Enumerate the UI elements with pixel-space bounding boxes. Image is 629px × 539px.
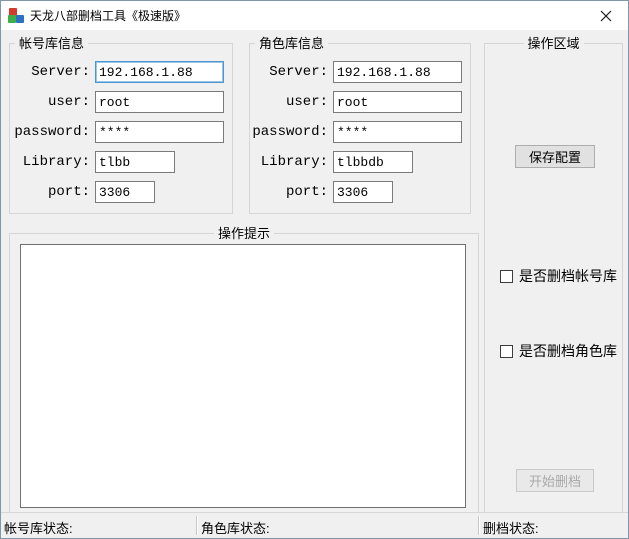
- role-password-row: password:: [250, 121, 470, 143]
- account-password-row: password:: [10, 121, 232, 143]
- role-password-label: password:: [250, 124, 328, 140]
- close-icon: [600, 10, 612, 22]
- role-password-input[interactable]: [333, 121, 462, 143]
- delete-account-db-checkbox[interactable]: [500, 270, 513, 283]
- account-password-input[interactable]: [95, 121, 224, 143]
- operation-hint-group: 操作提示: [9, 233, 479, 513]
- account-library-input[interactable]: [95, 151, 175, 173]
- role-library-label: Library:: [250, 154, 328, 170]
- delete-role-db-checkbox[interactable]: [500, 345, 513, 358]
- role-server-label: Server:: [250, 64, 328, 80]
- status-bar: 帐号库状态: 角色库状态: 删档状态:: [1, 512, 628, 538]
- role-server-row: Server:: [250, 61, 470, 83]
- delete-account-db-checkbox-label: 是否删档帐号库: [519, 266, 617, 286]
- role-user-input[interactable]: [333, 91, 462, 113]
- statusbar-separator-1: [196, 516, 198, 535]
- role-db-group-title: 角色库信息: [255, 35, 328, 52]
- icon-blue-cube: [16, 15, 24, 23]
- account-db-group-title: 帐号库信息: [15, 35, 88, 52]
- operations-group: 操作区域 保存配置 是否删档帐号库 是否删档角色库 开始删档: [484, 43, 623, 513]
- icon-green-cube: [8, 15, 16, 23]
- account-port-input[interactable]: [95, 181, 155, 203]
- operation-hint-group-title: 操作提示: [214, 225, 274, 242]
- delete-account-db-checkbox-row[interactable]: 是否删档帐号库: [500, 268, 617, 284]
- title-bar: 天龙八部删档工具《极速版》: [1, 1, 628, 30]
- role-port-label: port:: [250, 184, 328, 200]
- role-library-row: Library:: [250, 151, 470, 173]
- delete-status: 删档状态:: [483, 518, 539, 537]
- account-port-label: port:: [10, 184, 90, 200]
- app-window: 天龙八部删档工具《极速版》 帐号库信息 Server: user: passwo…: [0, 0, 629, 539]
- delete-role-db-checkbox-label: 是否删档角色库: [519, 341, 617, 361]
- role-server-input[interactable]: [333, 61, 462, 83]
- account-user-row: user:: [10, 91, 232, 113]
- delete-role-db-checkbox-row[interactable]: 是否删档角色库: [500, 343, 617, 359]
- start-delete-button: 开始删档: [516, 469, 594, 492]
- statusbar-separator-2: [478, 516, 480, 535]
- account-db-group: 帐号库信息 Server: user: password: Library: p…: [9, 43, 233, 214]
- account-server-row: Server:: [10, 61, 232, 83]
- account-library-row: Library:: [10, 151, 232, 173]
- account-port-row: port:: [10, 181, 232, 203]
- save-config-button[interactable]: 保存配置: [515, 145, 595, 168]
- account-password-label: password:: [10, 124, 90, 140]
- operation-hint-log[interactable]: [20, 244, 466, 508]
- account-user-label: user:: [10, 94, 90, 110]
- operations-group-title: 操作区域: [523, 35, 583, 52]
- role-db-group: 角色库信息 Server: user: password: Library: p…: [249, 43, 471, 214]
- account-library-label: Library:: [10, 154, 90, 170]
- window-title: 天龙八部删档工具《极速版》: [30, 7, 186, 24]
- account-server-input[interactable]: [95, 61, 224, 83]
- role-library-input[interactable]: [333, 151, 413, 173]
- account-server-label: Server:: [10, 64, 90, 80]
- account-user-input[interactable]: [95, 91, 224, 113]
- role-user-label: user:: [250, 94, 328, 110]
- account-db-status: 帐号库状态:: [4, 518, 73, 537]
- role-db-status: 角色库状态:: [201, 518, 270, 537]
- app-blocks-icon: [8, 8, 24, 24]
- close-button[interactable]: [583, 1, 628, 30]
- role-port-input[interactable]: [333, 181, 393, 203]
- role-user-row: user:: [250, 91, 470, 113]
- role-port-row: port:: [250, 181, 470, 203]
